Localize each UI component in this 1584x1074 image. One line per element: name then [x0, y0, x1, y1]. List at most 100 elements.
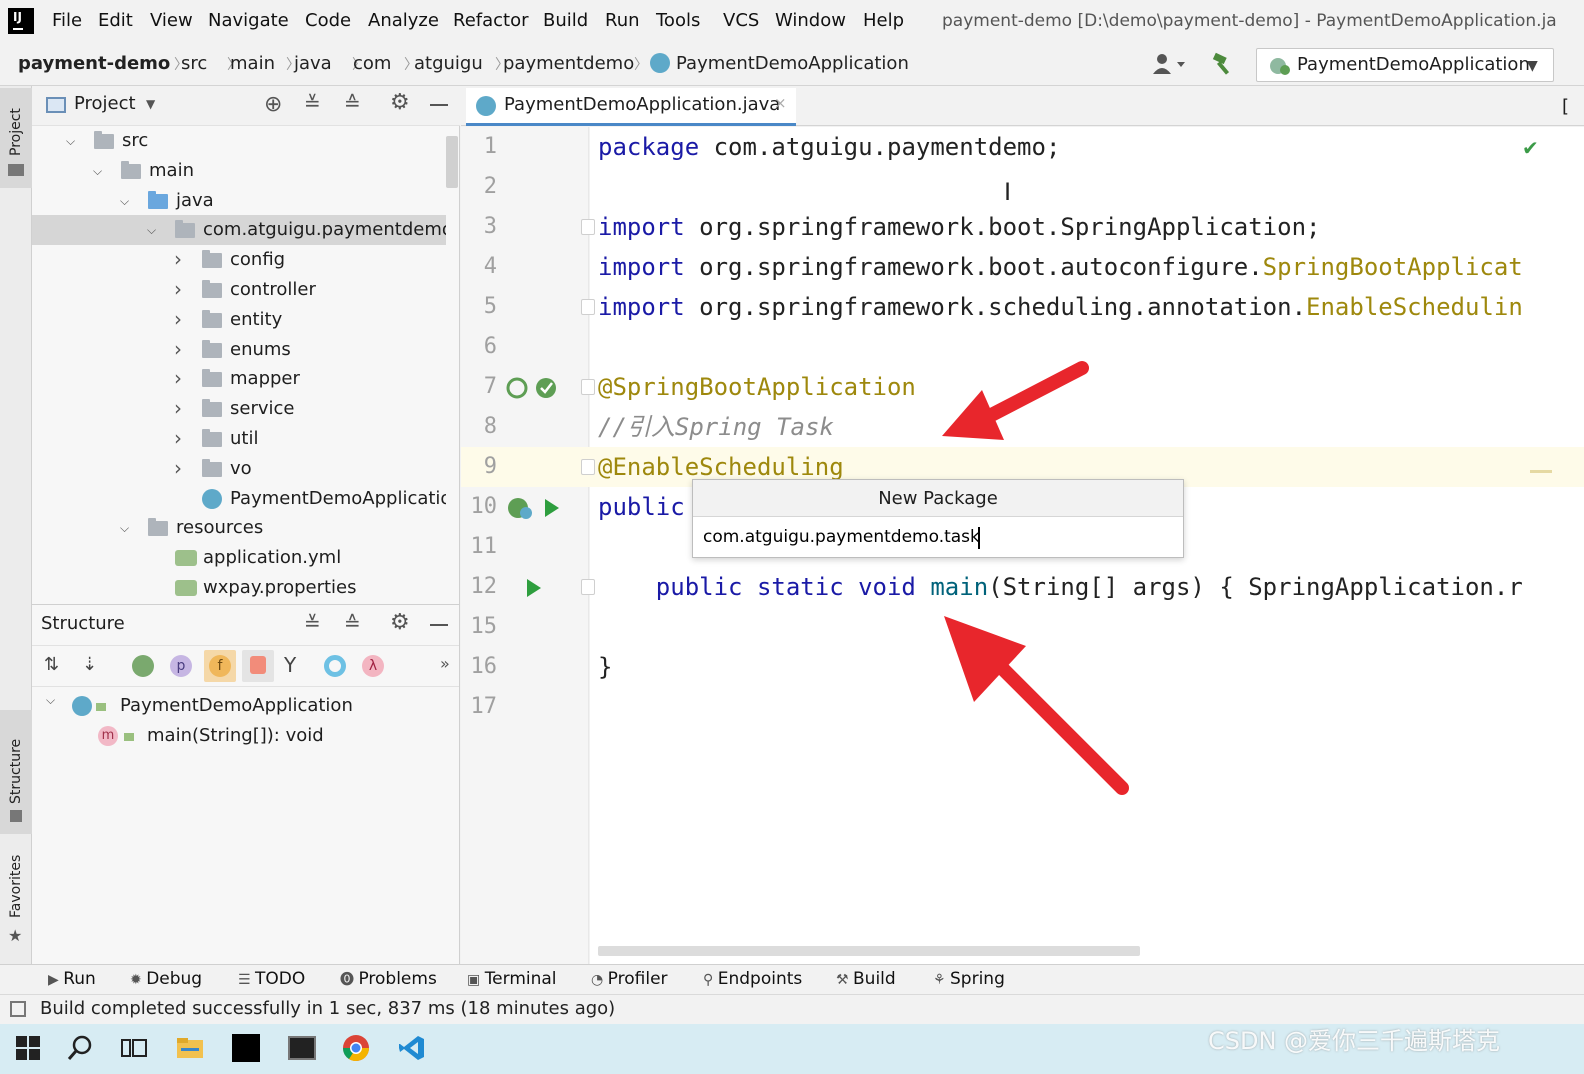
structure-root-row[interactable]: ⌵ PaymentDemoApplication: [40, 691, 456, 721]
gear-icon[interactable]: ⚙: [390, 90, 410, 115]
tree-item[interactable]: ⌵ java: [32, 186, 446, 216]
tree-item[interactable]: wxpay.properties: [32, 573, 446, 603]
spring-bean-icon[interactable]: [506, 375, 566, 401]
tree-item[interactable]: › controller: [32, 275, 446, 305]
code-line[interactable]: //引入Spring Task: [598, 407, 834, 447]
code-line[interactable]: }: [598, 647, 612, 687]
inherited-icon[interactable]: [132, 655, 154, 677]
tool-window-build[interactable]: ⚒ Build: [836, 968, 896, 991]
menu-view[interactable]: View: [150, 9, 193, 33]
chevron-right-icon[interactable]: ›: [174, 274, 182, 304]
properties-icon[interactable]: p: [170, 655, 192, 677]
tool-window-debug[interactable]: ✹ Debug: [130, 968, 202, 991]
breadcrumb-item[interactable]: payment-demo: [18, 52, 170, 76]
code-line[interactable]: import org.springframework.scheduling.an…: [598, 287, 1523, 327]
tool-window-spring[interactable]: ⚘ Spring: [933, 968, 1005, 991]
expand-all-icon[interactable]: ≚: [304, 611, 321, 635]
sort-alpha-icon[interactable]: ⇣: [82, 654, 97, 675]
menu-help[interactable]: Help: [863, 9, 904, 33]
tool-window-todo[interactable]: ☰ TODO: [238, 968, 305, 991]
tree-item[interactable]: › enums: [32, 335, 446, 365]
tree-item[interactable]: ⌵ resources: [32, 513, 446, 543]
chevron-down-icon[interactable]: ⌵: [147, 215, 156, 245]
chevron-right-icon[interactable]: ›: [174, 363, 182, 393]
code-line[interactable]: import org.springframework.boot.autoconf…: [598, 247, 1523, 287]
gear-icon[interactable]: ⚙: [390, 610, 410, 635]
package-name-input[interactable]: [695, 520, 1181, 554]
expand-all-icon[interactable]: ≚: [304, 91, 321, 115]
chevron-right-icon[interactable]: ›: [174, 334, 182, 364]
editor-tab-paymentdemoapplication[interactable]: PaymentDemoApplication.java ×: [466, 88, 796, 126]
menu-code[interactable]: Code: [305, 9, 351, 33]
menu-file[interactable]: File: [52, 9, 82, 33]
user-profile-icon[interactable]: [1150, 52, 1190, 76]
menu-build[interactable]: Build: [543, 9, 588, 33]
chevron-right-icon[interactable]: ›: [174, 393, 182, 423]
code-line[interactable]: public: [598, 487, 685, 527]
code-line[interactable]: @SpringBootApplication: [598, 367, 916, 407]
breadcrumb-item[interactable]: main: [230, 52, 275, 76]
code-line[interactable]: public static void main(String[] args) {…: [598, 567, 1523, 607]
tree-item[interactable]: › util: [32, 424, 446, 454]
chevron-down-icon[interactable]: ⌵: [120, 186, 129, 216]
vscode-icon[interactable]: [398, 1034, 426, 1062]
run-gutter-icon[interactable]: [525, 577, 543, 599]
build-hammer-icon[interactable]: [1212, 52, 1238, 76]
tree-item[interactable]: ⌵ main: [32, 156, 446, 186]
collapse-all-icon[interactable]: ≙: [344, 611, 361, 635]
spring-bean-icon[interactable]: [506, 495, 536, 521]
tree-item[interactable]: PaymentDemoApplicatio: [32, 484, 446, 514]
anonymous-classes-icon[interactable]: [324, 655, 346, 677]
status-toggle-icon[interactable]: [10, 1001, 26, 1017]
chevron-right-icon[interactable]: ›: [174, 244, 182, 274]
chevron-down-icon[interactable]: ⌵: [120, 513, 129, 543]
menu-run[interactable]: Run: [605, 9, 640, 33]
tool-window-run[interactable]: ▶ Run: [48, 968, 96, 991]
menu-edit[interactable]: Edit: [98, 9, 133, 33]
tab-overflow-icon[interactable]: [: [1562, 96, 1569, 117]
chevron-down-icon[interactable]: ⌵: [93, 156, 102, 186]
project-scrollbar[interactable]: [446, 136, 458, 188]
chevron-right-icon[interactable]: ›: [174, 304, 182, 334]
fold-marker-icon[interactable]: [581, 379, 595, 395]
close-icon[interactable]: ×: [774, 94, 787, 112]
structure-side-tab[interactable]: Structure: [0, 710, 32, 834]
tree-item[interactable]: › vo: [32, 454, 446, 484]
chrome-icon[interactable]: [342, 1034, 370, 1062]
menu-analyze[interactable]: Analyze: [368, 9, 439, 33]
chevron-right-icon[interactable]: ›: [174, 453, 182, 483]
file-explorer-icon[interactable]: [176, 1036, 204, 1060]
breadcrumb-item[interactable]: PaymentDemoApplication: [676, 52, 909, 76]
fold-marker-icon[interactable]: [581, 219, 595, 235]
menu-window[interactable]: Window: [775, 9, 846, 33]
menu-refactor[interactable]: Refactor: [453, 9, 529, 33]
hide-icon[interactable]: [430, 624, 448, 626]
menu-navigate[interactable]: Navigate: [208, 9, 289, 33]
chevron-down-icon[interactable]: ▼: [146, 97, 155, 111]
breadcrumb-item[interactable]: java: [294, 52, 332, 76]
hide-icon[interactable]: [430, 104, 448, 106]
breadcrumb-item[interactable]: com: [353, 52, 391, 76]
tool-window-profiler[interactable]: ◔ Profiler: [591, 968, 668, 991]
tree-item[interactable]: › config: [32, 245, 446, 275]
menu-vcs[interactable]: VCS: [723, 9, 759, 33]
breadcrumb-item[interactable]: atguigu: [414, 52, 483, 76]
tree-item[interactable]: › mapper: [32, 364, 446, 394]
breadcrumb-item[interactable]: paymentdemo: [503, 52, 634, 76]
fold-marker-icon[interactable]: [581, 299, 595, 315]
more-icon[interactable]: »: [440, 654, 450, 673]
tree-item[interactable]: › entity: [32, 305, 446, 335]
fold-marker-icon[interactable]: [581, 579, 595, 595]
editor-horizontal-scrollbar[interactable]: [598, 946, 1140, 956]
menu-tools[interactable]: Tools: [656, 9, 700, 33]
tool-window-terminal[interactable]: ▣ Terminal: [467, 968, 557, 991]
tool-window-endpoints[interactable]: ⚲ Endpoints: [703, 968, 802, 991]
tree-item[interactable]: ⌵ com.atguigu.paymentdemo: [32, 215, 446, 246]
chevron-down-icon[interactable]: ⌵: [66, 126, 75, 156]
code-line[interactable]: import org.springframework.boot.SpringAp…: [598, 207, 1320, 247]
chevron-right-icon[interactable]: ›: [174, 423, 182, 453]
code-line[interactable]: package com.atguigu.paymentdemo;: [598, 127, 1060, 167]
locate-icon[interactable]: ⊕: [264, 92, 282, 117]
run-gutter-icon[interactable]: [543, 497, 561, 519]
search-icon[interactable]: [66, 1034, 94, 1062]
